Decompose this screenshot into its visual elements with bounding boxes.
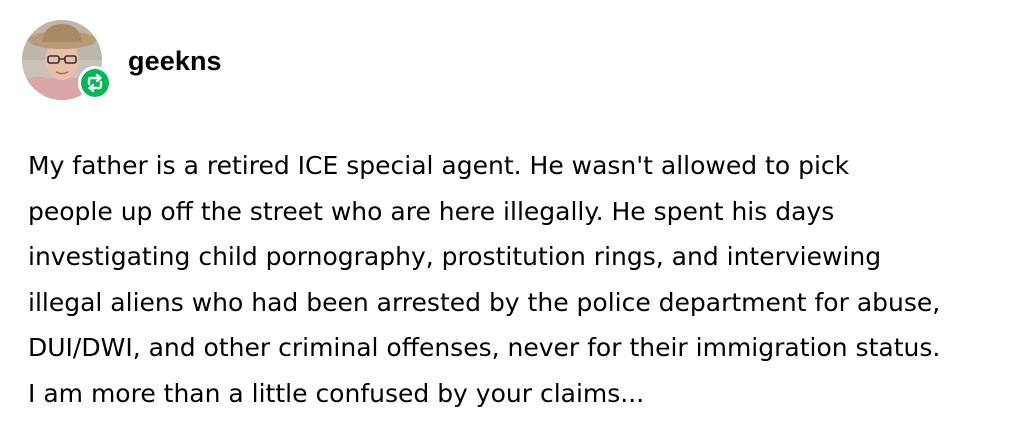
reblog-post: geekns My father is a retired ICE specia… [0, 0, 1034, 433]
body-line: investigating child pornography, prostit… [28, 242, 882, 271]
post-body: My father is a retired ICE special agent… [28, 143, 1018, 416]
post-header: geekns [22, 16, 622, 104]
body-line: My father is a retired ICE special agent… [28, 151, 850, 180]
body-line: DUI/DWI, and other criminal offenses, ne… [28, 333, 941, 362]
body-line: I am more than a little confused by your… [28, 378, 645, 408]
avatar-container[interactable] [22, 16, 112, 104]
body-line: people up off the street who are here il… [28, 196, 835, 226]
username-link[interactable]: geekns [128, 44, 222, 78]
reblog-badge [78, 66, 112, 100]
body-line: illegal aliens who had been arrested by … [28, 287, 941, 317]
reblog-icon [81, 69, 109, 97]
